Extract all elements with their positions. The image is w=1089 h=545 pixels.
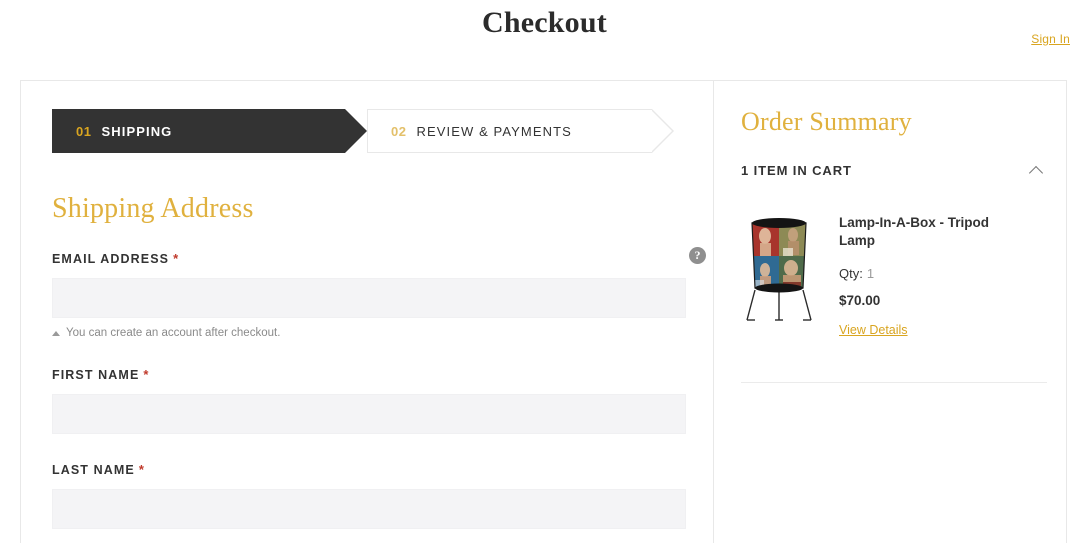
order-summary-column: Order Summary 1 ITEM IN CART Lamp-In-A-B… <box>741 107 1047 384</box>
email-address-input[interactable] <box>52 278 686 318</box>
cart-item-count-label: 1 ITEM IN CART <box>741 163 852 178</box>
last-name-required-marker: * <box>138 462 145 477</box>
first-name-label: FIRST NAME * <box>52 367 688 382</box>
email-address-required-marker: * <box>173 251 180 266</box>
email-address-hint-text: You can create an account after checkout… <box>66 327 281 339</box>
product-info: Lamp-In-A-Box - Tripod Lamp Qty: 1 $70.00… <box>839 208 989 339</box>
progress-step-shipping-number: 01 <box>76 123 92 139</box>
product-name: Lamp-In-A-Box - Tripod Lamp <box>839 215 989 249</box>
chevron-up-icon[interactable] <box>1028 165 1044 180</box>
order-summary-divider <box>741 382 1047 384</box>
first-name-label-text: FIRST NAME <box>52 368 140 382</box>
order-summary-product-row: Lamp-In-A-Box - Tripod Lamp Qty: 1 $70.00… <box>741 208 1047 339</box>
email-address-label: EMAIL ADDRESS * <box>52 251 688 266</box>
last-name-label-text: LAST NAME <box>52 463 135 477</box>
checkout-progress-bar: 01 SHIPPING 02 REVIEW & PAYMENTS <box>52 109 688 153</box>
caret-up-icon <box>52 330 60 336</box>
progress-step-review-payments-label: REVIEW & PAYMENTS <box>416 123 572 139</box>
first-name-required-marker: * <box>143 367 150 382</box>
help-icon[interactable]: ? <box>689 247 706 264</box>
cart-items-toggle[interactable]: 1 ITEM IN CART <box>741 163 1047 180</box>
checkout-container: 01 SHIPPING 02 REVIEW & PAYMENTS Shippin… <box>20 80 1067 543</box>
product-qty-label: Qty: <box>839 266 863 282</box>
shipping-form-column: 01 SHIPPING 02 REVIEW & PAYMENTS Shippin… <box>52 109 706 543</box>
progress-step-review-payments-number: 02 <box>391 123 407 139</box>
field-last-name: LAST NAME * <box>52 462 688 529</box>
progress-step-shipping-label: SHIPPING <box>101 123 173 139</box>
product-thumbnail <box>741 208 817 326</box>
order-summary-heading: Order Summary <box>741 107 912 136</box>
last-name-label: LAST NAME * <box>52 462 688 477</box>
view-details-link[interactable]: View Details <box>839 323 908 337</box>
shipping-address-heading: Shipping Address <box>52 193 254 224</box>
page-title: Checkout <box>482 6 607 39</box>
product-qty: Qty: 1 <box>839 266 989 281</box>
last-name-input[interactable] <box>52 489 686 529</box>
page-header: Checkout Sign In <box>0 0 1089 62</box>
first-name-input[interactable] <box>52 394 686 434</box>
progress-step-review-payments[interactable]: 02 REVIEW & PAYMENTS <box>367 109 674 153</box>
progress-step-shipping[interactable]: 01 SHIPPING <box>52 109 367 153</box>
product-price: $70.00 <box>839 293 881 309</box>
sign-in-link[interactable]: Sign In <box>1031 32 1070 46</box>
column-divider <box>713 81 714 543</box>
email-address-hint: You can create an account after checkout… <box>52 327 688 339</box>
field-email-address: EMAIL ADDRESS * ? You can create an accou… <box>52 247 706 339</box>
product-qty-value: 1 <box>866 266 875 282</box>
field-first-name: FIRST NAME * <box>52 367 688 434</box>
email-address-label-text: EMAIL ADDRESS <box>52 252 170 266</box>
